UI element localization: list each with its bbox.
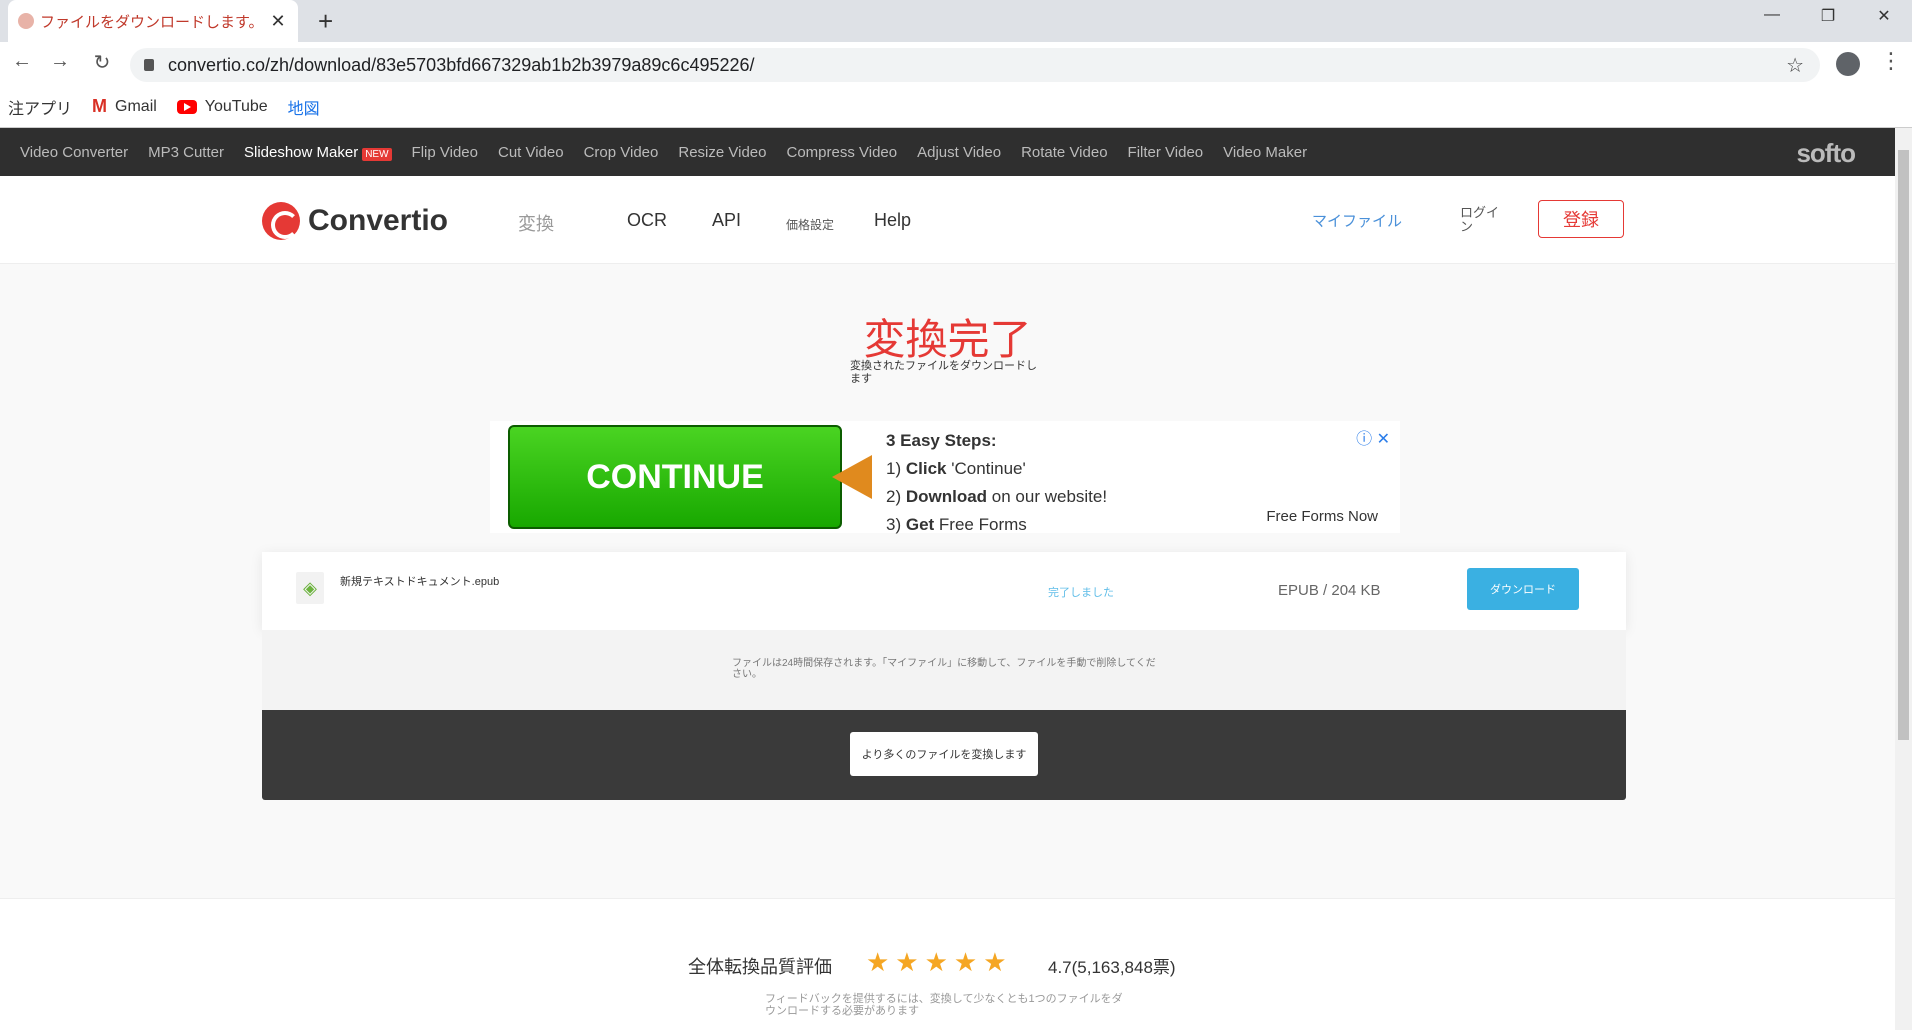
rating-value: 4.7(5,163,848票): [1048, 958, 1176, 977]
bookmark-label: 注アプリ: [8, 100, 73, 118]
retention-notice: ファイルは24時間保存されます。「マイファイル」に移動して、ファイルを手動で削除…: [732, 658, 1156, 680]
page-title: 変換完了: [863, 316, 1032, 363]
tool-flip-video[interactable]: Flip Video: [402, 144, 488, 161]
tool-mp3-cutter[interactable]: MP3 Cutter: [138, 144, 234, 161]
forward-icon[interactable]: →: [46, 50, 74, 73]
tool-compress-video[interactable]: Compress Video: [777, 144, 908, 161]
ad-banner[interactable]: CONTINUE 3 Easy Steps: 1) Click 'Continu…: [490, 421, 1400, 534]
close-tab-icon[interactable]: ✕: [268, 11, 288, 32]
tool-cut-video[interactable]: Cut Video: [488, 144, 574, 161]
convert-more-panel: より多くのファイルを変換します: [262, 710, 1626, 800]
address-bar[interactable]: convertio.co/zh/download/83e5703bfd66732…: [130, 48, 1820, 82]
bookmark-label: YouTube: [204, 97, 268, 115]
rating-section: 全体転換品質評価 ★★★★★ 4.7(5,163,848票) フィードバックを提…: [0, 898, 1895, 1030]
nav-ocr[interactable]: OCR: [627, 210, 667, 231]
ad-step2-bold: Download: [905, 487, 988, 506]
tab-favicon-icon: [18, 13, 34, 29]
nav-api[interactable]: API: [712, 210, 741, 231]
youtube-icon: [176, 99, 197, 114]
bookmark-youtube[interactable]: YouTube: [176, 97, 268, 116]
bookmark-gmail[interactable]: M Gmail: [92, 96, 157, 117]
tool-adjust-video[interactable]: Adjust Video: [907, 144, 1011, 161]
rating-label: 全体転換品質評価: [688, 957, 832, 977]
browser-tabstrip: ファイルをダウンロードします。 ✕ + — ❐ ✕: [0, 0, 1912, 42]
lock-icon: [144, 59, 154, 71]
download-button[interactable]: ダウンロード: [1467, 568, 1579, 610]
ad-arrow-icon: [832, 455, 872, 499]
bookmark-maps[interactable]: 地図: [288, 95, 320, 119]
minimize-icon[interactable]: —: [1752, 6, 1792, 24]
page-subtitle: 変換されたファイルをダウンロードします: [850, 360, 1037, 385]
convert-more-button[interactable]: より多くのファイルを変換します: [850, 732, 1038, 776]
back-icon[interactable]: ←: [8, 50, 36, 73]
bookmarks-bar: 注アプリ M Gmail YouTube 地図: [0, 86, 1912, 128]
my-files-link[interactable]: マイファイル: [1312, 210, 1402, 231]
scrollbar-thumb[interactable]: [1898, 150, 1909, 740]
login-link[interactable]: ログイン: [1460, 206, 1500, 234]
new-badge: NEW: [362, 147, 392, 161]
tool-rotate-video[interactable]: Rotate Video: [1011, 144, 1117, 161]
tool-nav: Video Converter MP3 Cutter Slideshow Mak…: [0, 128, 1895, 176]
tool-filter-video[interactable]: Filter Video: [1118, 144, 1214, 161]
ad-continue-button[interactable]: CONTINUE: [508, 425, 842, 529]
convertio-logo-icon: [262, 202, 300, 240]
profile-icon[interactable]: [1836, 52, 1860, 76]
ad-step2-text: on our website!: [991, 487, 1108, 506]
tool-crop-video[interactable]: Crop Video: [574, 144, 669, 161]
file-row: ◈ 新規テキストドキュメント.epub 完了しました EPUB / 204 KB…: [262, 552, 1626, 630]
info-strip: ファイルは24時間保存されます。「マイファイル」に移動して、ファイルを手動で削除…: [262, 630, 1626, 710]
ad-sponsor[interactable]: Free Forms Now: [1266, 508, 1378, 525]
bookmark-star-icon[interactable]: ☆: [1786, 53, 1804, 78]
page-viewport: Video Converter MP3 Cutter Slideshow Mak…: [0, 128, 1895, 1030]
browser-tab[interactable]: ファイルをダウンロードします。 ✕: [8, 0, 298, 42]
tool-video-converter[interactable]: Video Converter: [10, 144, 138, 161]
ad-step3-text: Free Forms: [938, 515, 1027, 534]
file-size: EPUB / 204 KB: [1278, 582, 1381, 599]
logo-text: Convertio: [308, 204, 449, 237]
status-text: 完了しました: [1048, 587, 1114, 599]
gmail-icon: M: [92, 96, 108, 116]
bookmark-label: Gmail: [115, 97, 157, 115]
url-text: convertio.co/zh/download/83e5703bfd66732…: [168, 54, 755, 75]
softo-logo[interactable]: softo: [1796, 138, 1856, 169]
tool-label: Slideshow Maker: [243, 143, 359, 161]
rating-stars[interactable]: ★★★★★: [866, 947, 1013, 978]
browser-toolbar: ← → ↻ convertio.co/zh/download/83e5703bf…: [0, 42, 1912, 86]
ad-step3-bold: Get: [905, 515, 935, 534]
epub-file-icon: ◈: [296, 572, 324, 604]
ad-step1-text: 'Continue': [951, 459, 1026, 478]
menu-icon[interactable]: ⋮: [1880, 48, 1902, 74]
new-tab-icon[interactable]: +: [318, 6, 333, 36]
file-name: 新規テキストドキュメント.epub: [340, 576, 500, 588]
ad-steps: 3 Easy Steps: 1) Click 'Continue' 2) Dow…: [886, 431, 1108, 534]
ad-info-close-icon[interactable]: ⓘ ✕: [1356, 425, 1390, 449]
ad-steps-title: 3 Easy Steps:: [886, 431, 997, 450]
tab-title: ファイルをダウンロードします。: [40, 13, 264, 31]
restore-icon[interactable]: ❐: [1808, 6, 1848, 26]
page-scrollbar[interactable]: [1895, 128, 1912, 1030]
bookmark-label: 地図: [287, 100, 320, 118]
nav-pricing[interactable]: 価格設定: [786, 216, 834, 233]
tool-slideshow-maker[interactable]: Slideshow Maker NEW: [234, 144, 402, 161]
feedback-note: フィードバックを提供するには、変換して少なくとも1つのファイルをダウンロードする…: [765, 993, 1123, 1017]
close-window-icon[interactable]: ✕: [1864, 6, 1904, 26]
nav-help[interactable]: Help: [874, 210, 911, 231]
ad-step1-bold: Click: [905, 459, 947, 478]
bookmark-apps[interactable]: 注アプリ: [8, 95, 72, 119]
register-button[interactable]: 登録: [1538, 200, 1624, 238]
convertio-logo[interactable]: Convertio: [262, 202, 448, 240]
site-header: Convertio 変換 OCR API 価格設定 Help マイファイル ログ…: [0, 176, 1895, 264]
tool-resize-video[interactable]: Resize Video: [668, 144, 776, 161]
tool-video-maker[interactable]: Video Maker: [1213, 144, 1317, 161]
nav-convert[interactable]: 変換: [518, 210, 554, 236]
reload-icon[interactable]: ↻: [88, 50, 116, 75]
